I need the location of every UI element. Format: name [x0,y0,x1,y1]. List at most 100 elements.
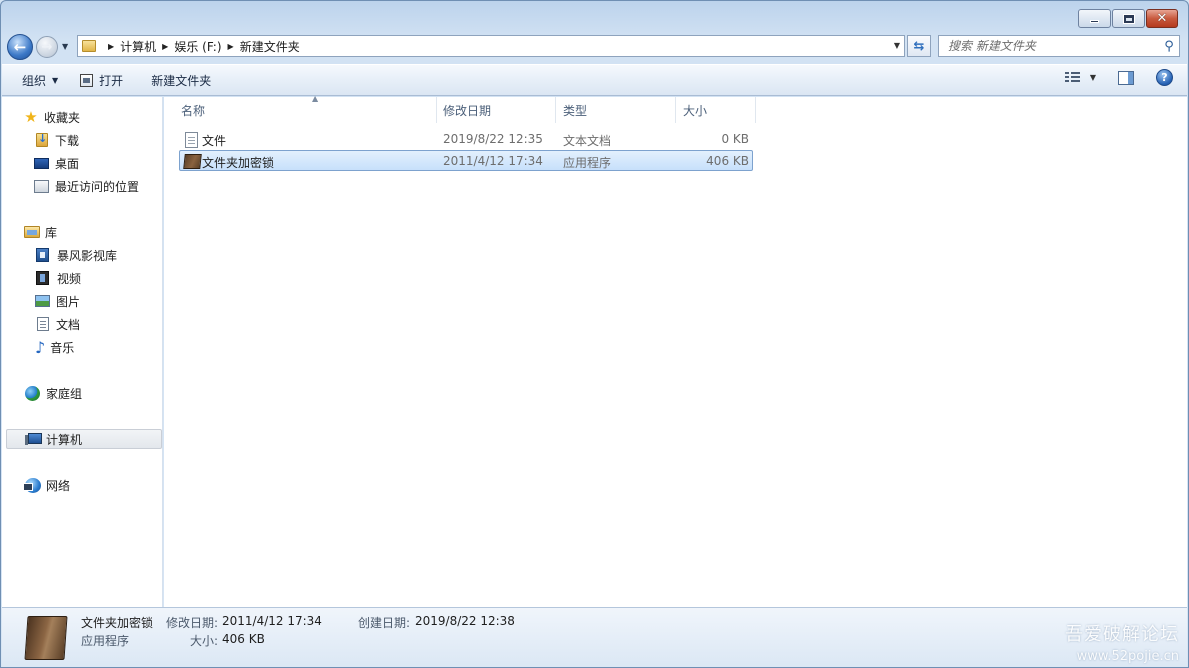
command-bar: 组织 ▼ 打开 新建文件夹 ▼ ? [2,64,1187,96]
details-file-type: 应用程序 [81,634,130,648]
search-icon[interactable]: ⚲ [1159,39,1179,54]
details-file-name: 文件夹加密锁 [81,616,154,630]
picture-icon [35,295,50,307]
file-list: ▲ 名称 修改日期 类型 大小 文件 2019/8/22 12:35 文本文档 … [164,94,1187,607]
maximize-button[interactable] [1112,9,1145,28]
breadcrumb-folder[interactable]: 新建文件夹 [240,38,300,55]
computer-icon [25,432,42,446]
search-box[interactable]: ⚲ [938,35,1180,57]
file-modified: 2019/8/22 12:35 [443,132,543,146]
nav-label: 最近访问的位置 [55,179,140,194]
details-modified-value: 2011/4/12 17:34 [222,614,322,628]
close-button[interactable]: ✕ [1146,9,1178,28]
file-type: 文本文档 [563,134,612,148]
nav-libraries[interactable]: 库 [24,222,57,242]
organize-label: 组织 [22,73,47,88]
address-history-dropdown[interactable]: ▼ [894,41,900,50]
nav-label: 下载 [55,133,80,148]
maximize-icon [1122,13,1135,24]
column-label: 修改日期 [443,103,492,118]
column-label: 名称 [181,103,206,118]
search-input[interactable] [939,36,1159,56]
file-size: 0 KB [721,132,749,146]
downloads-icon [36,132,48,147]
recent-places-icon [34,179,49,193]
back-button[interactable]: ← [7,34,33,60]
address-bar[interactable]: ▶ 计算机 ▶ 娱乐 (F:) ▶ 新建文件夹 ▼ [77,35,905,57]
details-pane: 文件夹加密锁 应用程序 修改日期: 2011/4/12 17:34 大小: 40… [2,607,1187,667]
watermark-url: www.52pojie.cn [1076,649,1179,664]
video-icon [36,271,49,285]
nav-desktop[interactable]: 桌面 [34,153,79,173]
back-arrow-icon: ← [13,37,27,56]
network-icon [23,477,41,493]
organize-button[interactable]: 组织 ▼ [12,68,68,92]
nav-label: 暴风影视库 [57,248,118,263]
breadcrumb-chevron-icon[interactable]: ▶ [162,42,168,51]
open-label: 打开 [99,73,124,88]
new-folder-label: 新建文件夹 [151,73,212,88]
nav-recent-places[interactable]: 最近访问的位置 [34,176,139,196]
nav-label: 库 [45,225,58,240]
nav-label: 网络 [46,478,71,493]
media-library-icon [36,248,49,262]
column-header-modified[interactable]: 修改日期 [436,97,556,123]
column-header-size[interactable]: 大小 [676,97,756,123]
forward-button[interactable]: → [36,36,58,58]
preview-pane-icon[interactable] [1118,70,1134,85]
homegroup-icon [25,385,40,401]
column-label: 大小 [683,103,708,118]
nav-label: 家庭组 [46,386,83,401]
file-row-selected[interactable]: 文件夹加密锁 2011/4/12 17:34 应用程序 406 KB [179,150,753,171]
nav-homegroup[interactable]: 家庭组 [25,383,82,403]
new-folder-button[interactable]: 新建文件夹 [141,68,221,92]
nav-computer[interactable]: 计算机 [6,429,162,449]
nav-label: 计算机 [46,432,83,447]
nav-favorites[interactable]: ★ 收藏夹 [23,107,80,127]
nav-documents[interactable]: 文档 [35,314,80,334]
file-row[interactable]: 文件 2019/8/22 12:35 文本文档 0 KB [179,129,753,150]
column-header-type[interactable]: 类型 [556,97,676,123]
music-icon: ♪ [35,337,46,357]
view-options-dropdown[interactable]: ▼ [1090,73,1096,82]
nav-network[interactable]: 网络 [23,475,71,495]
column-header-name[interactable]: ▲ 名称 [174,94,437,123]
help-icon[interactable]: ? [1156,69,1173,86]
libraries-icon [24,226,40,238]
nav-label: 收藏夹 [44,110,81,125]
breadcrumb-chevron-icon[interactable]: ▶ [228,42,234,51]
star-icon: ★ [24,107,38,126]
chevron-down-icon: ▼ [52,75,59,85]
recent-pages-dropdown[interactable]: ▼ [62,42,68,51]
file-name: 文件夹加密锁 [202,156,275,170]
open-button[interactable]: 打开 [70,68,133,92]
details-size-value: 406 KB [222,632,265,646]
breadcrumb-drive[interactable]: 娱乐 (F:) [174,38,221,55]
application-icon [183,154,202,169]
nav-label: 文档 [56,317,81,332]
details-modified-label: 修改日期: [166,616,219,630]
nav-videos[interactable]: 视频 [36,268,81,288]
nav-baofeng-library[interactable]: 暴风影视库 [36,245,117,265]
nav-music[interactable]: ♪ 音乐 [35,337,74,357]
folder-icon [82,40,96,52]
nav-label: 音乐 [50,340,75,355]
breadcrumb-chevron-icon[interactable]: ▶ [108,42,114,51]
view-details-icon[interactable] [1064,71,1080,84]
file-name: 文件 [202,134,227,148]
file-type: 应用程序 [563,156,612,170]
nav-downloads[interactable]: 下载 [34,130,79,150]
forward-arrow-icon: → [41,39,53,55]
nav-pictures[interactable]: 图片 [35,291,80,311]
close-icon: ✕ [1156,11,1168,26]
refresh-button[interactable]: ⇆ [907,35,931,57]
minimize-icon [1090,19,1099,23]
minimize-button[interactable] [1078,9,1111,28]
view-controls: ▼ ? [1064,69,1173,86]
breadcrumb-computer[interactable]: 计算机 [120,38,156,55]
watermark-title: 吾爱破解论坛 [1065,624,1179,645]
details-created-label: 创建日期: [358,616,411,630]
open-icon [80,73,94,87]
breadcrumb: ▶ 计算机 ▶ 娱乐 (F:) ▶ 新建文件夹 [102,38,300,55]
nav-label: 视频 [57,271,82,286]
